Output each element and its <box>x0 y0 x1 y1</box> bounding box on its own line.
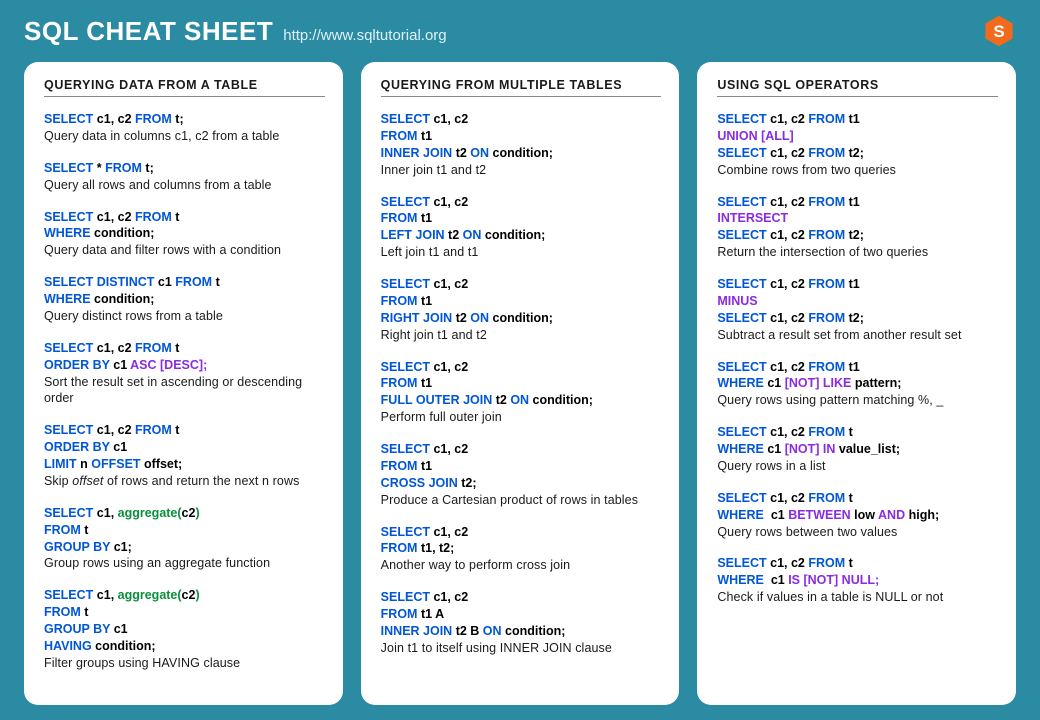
sql-code: SELECT c1, c2 FROM tWHERE c1 [NOT] IN va… <box>717 424 998 458</box>
sql-code: SELECT c1, c2FROM t1 AINNER JOIN t2 B ON… <box>381 589 662 640</box>
section-heading: QUERYING DATA FROM A TABLE <box>44 78 325 97</box>
section-body: SELECT c1, c2 FROM t1UNION [ALL]SELECT c… <box>717 111 998 606</box>
sql-code: SELECT * FROM t; <box>44 160 325 177</box>
page-title: SQL CHEAT SHEET <box>24 16 273 47</box>
code-description: Perform full outer join <box>381 409 662 426</box>
column-2: QUERYING FROM MULTIPLE TABLES SELECT c1,… <box>361 62 680 705</box>
section-heading: QUERYING FROM MULTIPLE TABLES <box>381 78 662 97</box>
columns: QUERYING DATA FROM A TABLE SELECT c1, c2… <box>24 62 1016 705</box>
code-description: Query data in columns c1, c2 from a tabl… <box>44 128 325 145</box>
code-block: SELECT c1, c2FROM t1, t2;Another way to … <box>381 524 662 575</box>
sql-code: SELECT c1, c2FROM t1FULL OUTER JOIN t2 O… <box>381 359 662 410</box>
page-url: http://www.sqltutorial.org <box>283 27 446 44</box>
code-block: SELECT c1, aggregate(c2)FROM tGROUP BY c… <box>44 587 325 671</box>
code-block: SELECT c1, aggregate(c2)FROM tGROUP BY c… <box>44 505 325 573</box>
sql-code: SELECT c1, c2 FROM t1UNION [ALL]SELECT c… <box>717 111 998 162</box>
code-description: Query rows between two values <box>717 524 998 541</box>
code-block: SELECT c1, c2 FROM tWHERE condition;Quer… <box>44 209 325 260</box>
code-block: SELECT c1, c2 FROM tWHERE c1 BETWEEN low… <box>717 490 998 541</box>
sql-code: SELECT c1, c2FROM t1LEFT JOIN t2 ON cond… <box>381 194 662 245</box>
sql-code: SELECT c1, c2 FROM tORDER BY c1LIMIT n O… <box>44 422 325 473</box>
sql-code: SELECT c1, c2 FROM tWHERE c1 IS [NOT] NU… <box>717 555 998 589</box>
code-block: SELECT c1, c2FROM t1FULL OUTER JOIN t2 O… <box>381 359 662 427</box>
code-description: Group rows using an aggregate function <box>44 555 325 572</box>
code-block: SELECT c1, c2FROM t1 AINNER JOIN t2 B ON… <box>381 589 662 657</box>
svg-text:S: S <box>993 22 1004 41</box>
code-description: Query all rows and columns from a table <box>44 177 325 194</box>
code-block: SELECT c1, c2 FROM tWHERE c1 IS [NOT] NU… <box>717 555 998 606</box>
sql-code: SELECT c1, c2FROM t1, t2; <box>381 524 662 558</box>
code-block: SELECT c1, c2 FROM tORDER BY c1 ASC [DES… <box>44 340 325 408</box>
section-body: SELECT c1, c2 FROM t;Query data in colum… <box>44 111 325 672</box>
code-description: Skip offset of rows and return the next … <box>44 473 325 490</box>
code-block: SELECT c1, c2 FROM t1MINUSSELECT c1, c2 … <box>717 276 998 344</box>
code-description: Right join t1 and t2 <box>381 327 662 344</box>
sql-code: SELECT c1, c2FROM t1CROSS JOIN t2; <box>381 441 662 492</box>
code-block: SELECT c1, c2FROM t1RIGHT JOIN t2 ON con… <box>381 276 662 344</box>
code-block: SELECT c1, c2 FROM t1UNION [ALL]SELECT c… <box>717 111 998 179</box>
code-description: Check if values in a table is NULL or no… <box>717 589 998 606</box>
code-description: Query data and filter rows with a condit… <box>44 242 325 259</box>
code-block: SELECT c1, c2FROM t1LEFT JOIN t2 ON cond… <box>381 194 662 262</box>
code-description: Another way to perform cross join <box>381 557 662 574</box>
code-description: Join t1 to itself using INNER JOIN claus… <box>381 640 662 657</box>
column-1: QUERYING DATA FROM A TABLE SELECT c1, c2… <box>24 62 343 705</box>
code-description: Query rows in a list <box>717 458 998 475</box>
code-block: SELECT c1, c2 FROM t;Query data in colum… <box>44 111 325 145</box>
code-block: SELECT c1, c2FROM t1INNER JOIN t2 ON con… <box>381 111 662 179</box>
code-description: Combine rows from two queries <box>717 162 998 179</box>
code-description: Sort the result set in ascending or desc… <box>44 374 325 408</box>
sql-code: SELECT c1, c2 FROM t1WHERE c1 [NOT] LIKE… <box>717 359 998 393</box>
code-block: SELECT * FROM t;Query all rows and colum… <box>44 160 325 194</box>
sql-code: SELECT c1, aggregate(c2)FROM tGROUP BY c… <box>44 505 325 556</box>
code-description: Produce a Cartesian product of rows in t… <box>381 492 662 509</box>
code-block: SELECT c1, c2FROM t1CROSS JOIN t2;Produc… <box>381 441 662 509</box>
code-description: Inner join t1 and t2 <box>381 162 662 179</box>
sql-code: SELECT c1, c2 FROM t; <box>44 111 325 128</box>
code-block: SELECT c1, c2 FROM tORDER BY c1LIMIT n O… <box>44 422 325 490</box>
code-description: Left join t1 and t1 <box>381 244 662 261</box>
code-block: SELECT DISTINCT c1 FROM tWHERE condition… <box>44 274 325 325</box>
sql-code: SELECT c1, c2 FROM t1INTERSECTSELECT c1,… <box>717 194 998 245</box>
sql-code: SELECT DISTINCT c1 FROM tWHERE condition… <box>44 274 325 308</box>
header: SQL CHEAT SHEET http://www.sqltutorial.o… <box>24 14 1016 48</box>
sql-code: SELECT c1, c2 FROM t1MINUSSELECT c1, c2 … <box>717 276 998 327</box>
code-description: Subtract a result set from another resul… <box>717 327 998 344</box>
code-description: Return the intersection of two queries <box>717 244 998 261</box>
sql-code: SELECT c1, c2FROM t1INNER JOIN t2 ON con… <box>381 111 662 162</box>
site-logo-icon: S <box>982 14 1016 48</box>
code-block: SELECT c1, c2 FROM tWHERE c1 [NOT] IN va… <box>717 424 998 475</box>
section-heading: USING SQL OPERATORS <box>717 78 998 97</box>
column-3: USING SQL OPERATORS SELECT c1, c2 FROM t… <box>697 62 1016 705</box>
code-description: Query distinct rows from a table <box>44 308 325 325</box>
sql-code: SELECT c1, c2 FROM tWHERE condition; <box>44 209 325 243</box>
code-description: Filter groups using HAVING clause <box>44 655 325 672</box>
sql-code: SELECT c1, c2FROM t1RIGHT JOIN t2 ON con… <box>381 276 662 327</box>
section-body: SELECT c1, c2FROM t1INNER JOIN t2 ON con… <box>381 111 662 657</box>
code-block: SELECT c1, c2 FROM t1INTERSECTSELECT c1,… <box>717 194 998 262</box>
sql-code: SELECT c1, c2 FROM tWHERE c1 BETWEEN low… <box>717 490 998 524</box>
title-line: SQL CHEAT SHEET http://www.sqltutorial.o… <box>24 16 447 47</box>
code-block: SELECT c1, c2 FROM t1WHERE c1 [NOT] LIKE… <box>717 359 998 410</box>
code-description: Query rows using pattern matching %, _ <box>717 392 998 409</box>
sql-code: SELECT c1, c2 FROM tORDER BY c1 ASC [DES… <box>44 340 325 374</box>
sql-code: SELECT c1, aggregate(c2)FROM tGROUP BY c… <box>44 587 325 655</box>
